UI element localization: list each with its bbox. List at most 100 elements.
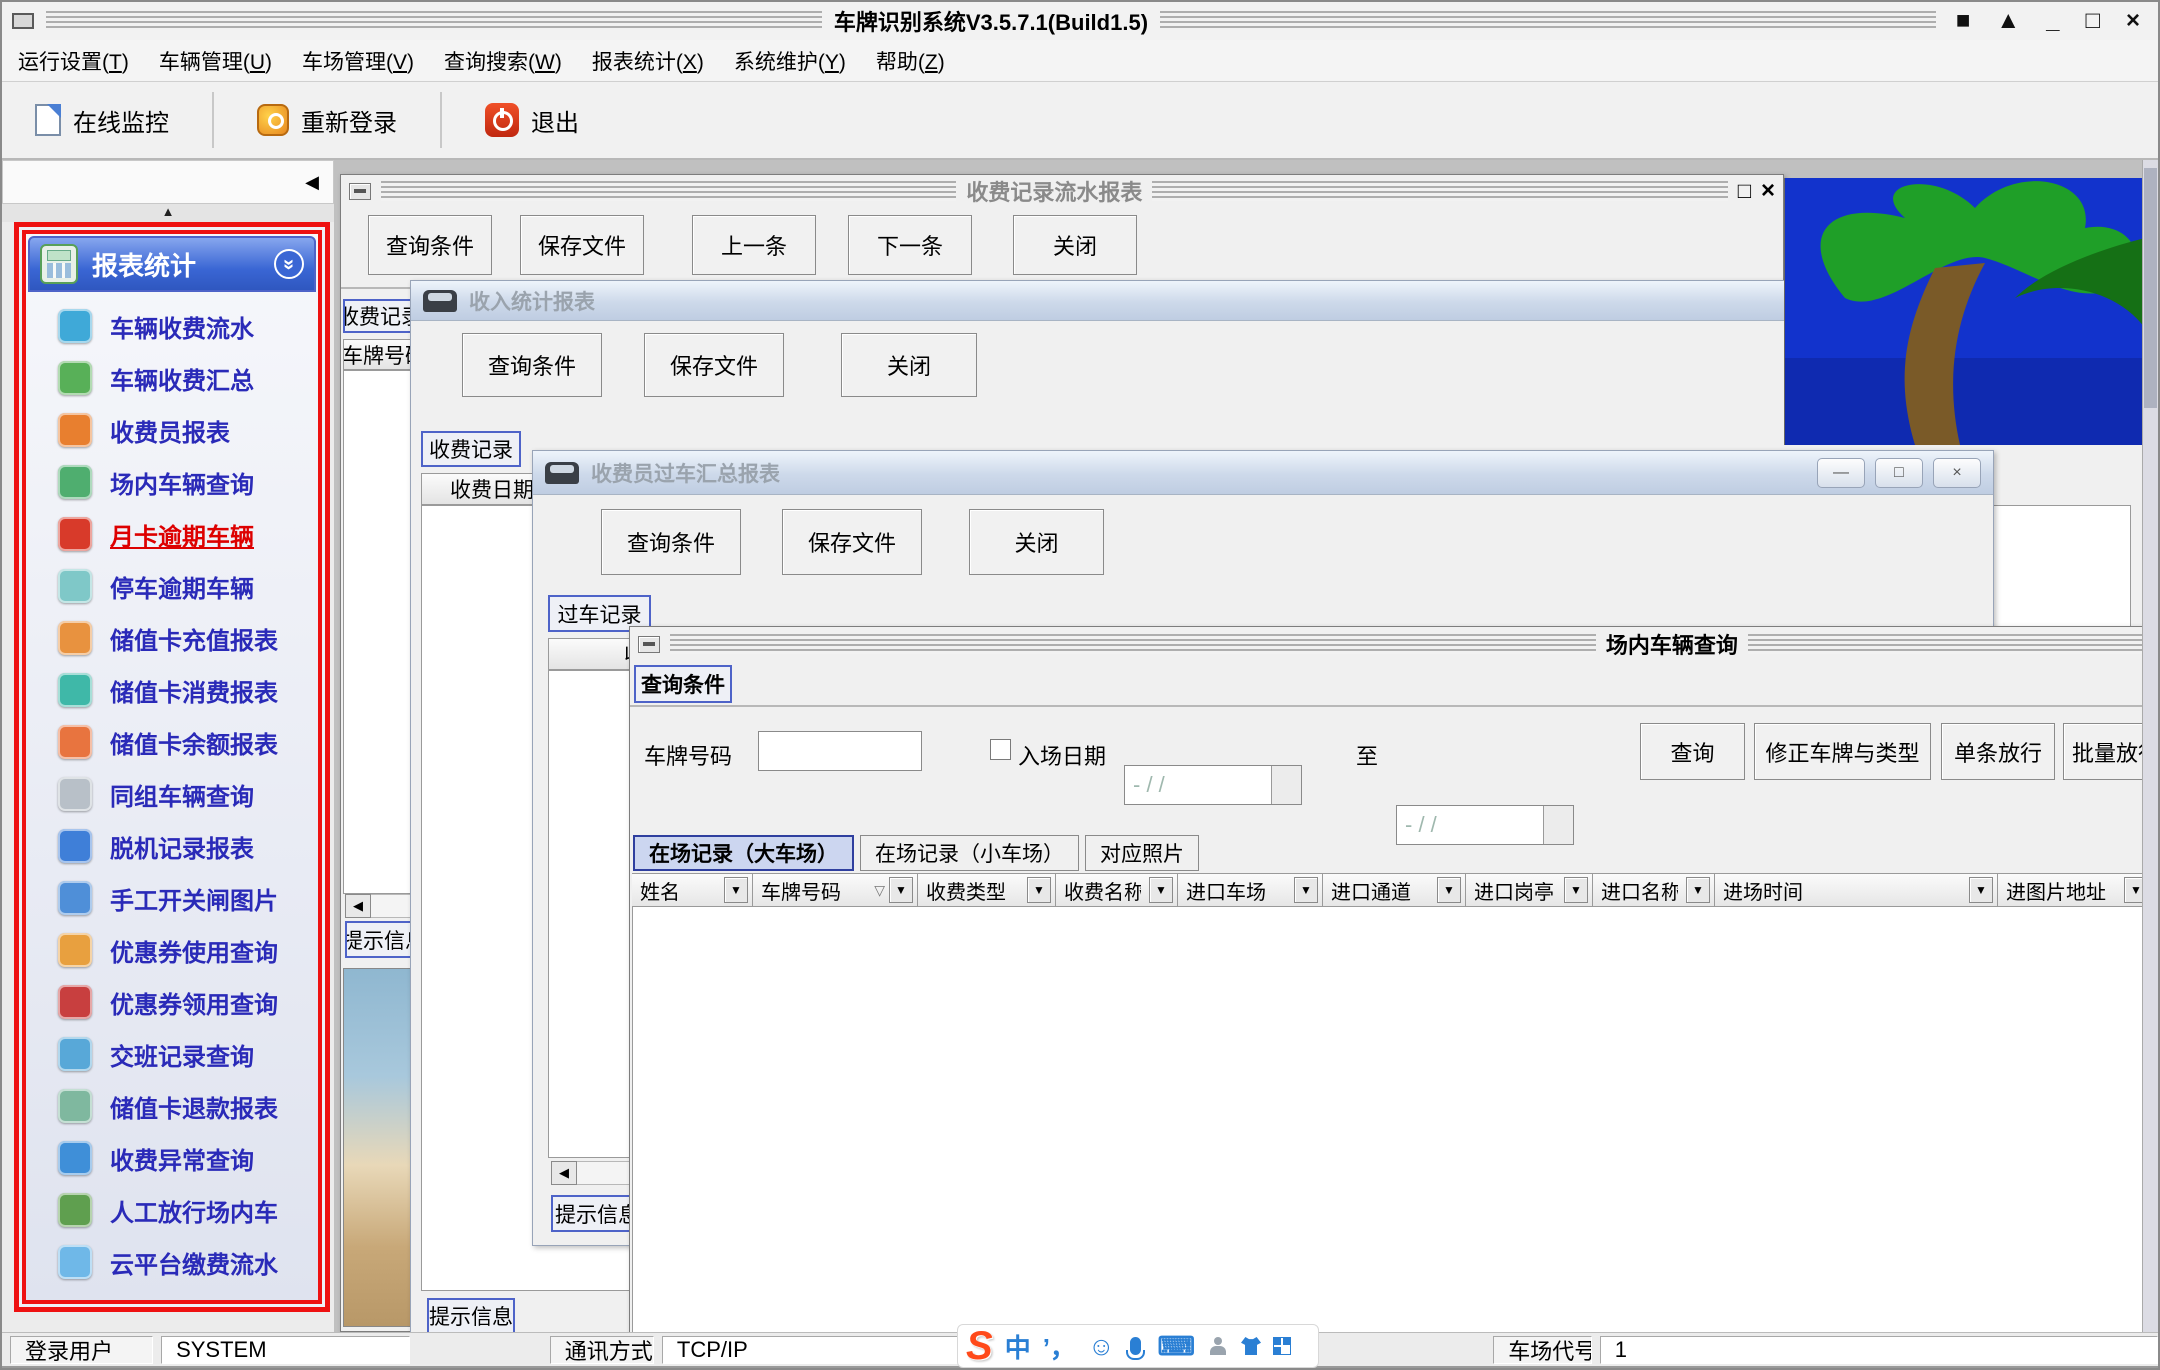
app-up-icon[interactable]: ▲ xyxy=(1996,7,2020,35)
sidebar-item[interactable]: 收费员报表 xyxy=(26,404,318,456)
column-filter-dropdown[interactable]: ▼ xyxy=(1027,877,1051,903)
sidebar-item[interactable]: 停车逾期车辆 xyxy=(26,560,318,612)
sidebar-item[interactable]: 云平台缴费流水 xyxy=(26,1236,318,1288)
w1-minimize-icon[interactable] xyxy=(349,183,371,200)
sidebar-item[interactable]: 储值卡消费报表 xyxy=(26,664,318,716)
w2-tab-fee-records[interactable]: 收费记录 xyxy=(421,431,521,467)
relogin-button[interactable]: 重新登录 xyxy=(238,92,416,149)
ime-punctuation-icon[interactable]: ’， xyxy=(1043,1328,1076,1365)
w1-record-list[interactable] xyxy=(343,370,413,894)
grid-column-header[interactable]: 进场时间 ▼ xyxy=(1715,873,1998,907)
w4-record-tab[interactable]: 在场记录（小车场） xyxy=(860,835,1079,871)
w3-close-button[interactable]: 关闭 xyxy=(969,509,1104,575)
sidebar-item[interactable]: 收费异常查询 xyxy=(26,1132,318,1184)
smiley-icon[interactable]: ☺ xyxy=(1088,1331,1115,1362)
exit-button[interactable]: 退出 xyxy=(466,92,598,149)
column-filter-dropdown[interactable]: ▼ xyxy=(1294,877,1318,903)
sidebar-item[interactable]: 脱机记录报表 xyxy=(26,820,318,872)
w4-search-button[interactable]: 查询 xyxy=(1640,723,1745,780)
keyboard-icon[interactable]: ⌨ xyxy=(1157,1331,1195,1362)
grid-column-header[interactable]: 姓名 ▼ xyxy=(632,873,753,907)
w3-maximize-button[interactable]: □ xyxy=(1875,458,1923,488)
sidebar-splitter-handle[interactable]: ▲ xyxy=(2,204,334,222)
grid-column-header[interactable]: 收费名称 ▼ xyxy=(1056,873,1178,907)
sidebar-item[interactable]: 储值卡退款报表 xyxy=(26,1080,318,1132)
minimize-button[interactable]: _ xyxy=(2046,7,2059,35)
w1-tab-fee-records[interactable]: 收费记录 xyxy=(343,299,417,333)
w1-close-win-button[interactable]: 关闭 xyxy=(1013,215,1137,275)
sidebar-item[interactable]: 优惠券使用查询 xyxy=(26,924,318,976)
menu-item[interactable]: 报表统计X xyxy=(592,46,704,76)
grid-column-header[interactable]: 进口车场 ▼ xyxy=(1178,873,1323,907)
w1-scroll-track[interactable] xyxy=(371,894,411,918)
sidebar-collapse-arrow[interactable]: ◀ xyxy=(305,172,319,193)
close-button[interactable]: × xyxy=(2126,7,2140,35)
microphone-icon[interactable] xyxy=(1130,1337,1141,1355)
grid-column-header[interactable]: 进口岗亭 ▼ xyxy=(1466,873,1593,907)
ime-language-icon[interactable]: 中 xyxy=(1005,1328,1031,1365)
sogou-logo-icon[interactable]: S xyxy=(966,1326,993,1366)
sidebar-item[interactable]: 优惠券领用查询 xyxy=(26,976,318,1028)
w1-scroll-left-arrow[interactable]: ◀ xyxy=(345,894,371,918)
w4-fix-plate-type-button[interactable]: 修正车牌与类型 xyxy=(1754,723,1931,780)
grid-column-header[interactable]: 进口通道 ▼ xyxy=(1323,873,1466,907)
menu-item[interactable]: 帮助Z xyxy=(876,46,945,76)
sidebar-item[interactable]: 储值卡充值报表 xyxy=(26,612,318,664)
sidebar-item[interactable]: 场内车辆查询 xyxy=(26,456,318,508)
grid-column-header[interactable]: 进口名称 ▼ xyxy=(1593,873,1715,907)
sidebar-item[interactable]: 车辆收费流水 xyxy=(26,300,318,352)
column-filter-dropdown[interactable]: ▼ xyxy=(1437,877,1461,903)
sidebar-item[interactable]: 同组车辆查询 xyxy=(26,768,318,820)
w3-close-button[interactable]: × xyxy=(1933,458,1981,488)
w2-query-button[interactable]: 查询条件 xyxy=(462,333,602,397)
grid-column-header[interactable]: 车牌号码 ▽ ▼ xyxy=(753,873,918,907)
collapse-chevron-button[interactable]: « xyxy=(274,249,304,279)
sidebar-item[interactable]: 交班记录查询 xyxy=(26,1028,318,1080)
menu-item[interactable]: 查询搜索W xyxy=(444,46,562,76)
grid-column-header[interactable]: 收费类型 ▼ xyxy=(918,873,1056,907)
w1-close-button[interactable]: × xyxy=(1761,177,1775,205)
menu-item[interactable]: 车辆管理U xyxy=(159,46,272,76)
column-filter-dropdown[interactable]: ▼ xyxy=(1686,877,1710,903)
w4-entry-date-to-input[interactable]: - / / xyxy=(1396,805,1574,845)
ime-toolbox-icon[interactable] xyxy=(1273,1337,1291,1355)
w4-single-release-button[interactable]: 单条放行 xyxy=(1941,723,2055,780)
sidebar-item[interactable]: 人工放行场内车 xyxy=(26,1184,318,1236)
w1-maximize-button[interactable]: □ xyxy=(1738,178,1751,204)
ime-skin-icon[interactable] xyxy=(1241,1337,1261,1355)
sidebar-item[interactable]: 月卡逾期车辆 xyxy=(26,508,318,560)
w4-entry-date-checkbox[interactable] xyxy=(990,739,1011,760)
sidebar-item[interactable]: 手工开关闸图片 xyxy=(26,872,318,924)
w1-query-button[interactable]: 查询条件 xyxy=(368,215,492,275)
system-menu-icon[interactable] xyxy=(12,13,34,29)
w2-save-button[interactable]: 保存文件 xyxy=(644,333,784,397)
w3-scroll-left-arrow[interactable]: ◀ xyxy=(551,1161,577,1185)
grid-column-header[interactable]: 进图片地址 ▼ xyxy=(1998,873,2153,907)
w4-plate-input[interactable] xyxy=(758,731,922,771)
sidebar-header[interactable]: 报表统计 « xyxy=(28,236,316,292)
menu-item[interactable]: 系统维护Y xyxy=(734,46,846,76)
menu-item[interactable]: 车场管理V xyxy=(302,46,414,76)
w3-save-button[interactable]: 保存文件 xyxy=(782,509,922,575)
w4-date-to-spin-button[interactable] xyxy=(1543,806,1573,844)
w4-entry-date-from-input[interactable]: - / / xyxy=(1124,765,1302,805)
w1-next-button[interactable]: 下一条 xyxy=(848,215,972,275)
w4-record-tab[interactable]: 对应照片 xyxy=(1085,835,1199,871)
column-filter-dropdown[interactable]: ▼ xyxy=(724,877,748,903)
w4-date-from-spin-button[interactable] xyxy=(1271,766,1301,804)
w3-minimize-button[interactable]: — xyxy=(1817,458,1865,488)
ime-profile-icon[interactable] xyxy=(1209,1337,1227,1355)
w4-record-tab[interactable]: 在场记录（大车场） xyxy=(633,835,854,871)
column-filter-dropdown[interactable]: ▼ xyxy=(1969,877,1993,903)
sidebar-item[interactable]: 车辆收费汇总 xyxy=(26,352,318,404)
scrollbar-thumb[interactable] xyxy=(2144,168,2157,408)
online-monitor-button[interactable]: 在线监控 xyxy=(16,92,188,149)
menu-item[interactable]: 运行设置T xyxy=(18,46,129,76)
w3-query-button[interactable]: 查询条件 xyxy=(601,509,741,575)
w4-grid-body[interactable] xyxy=(632,907,2160,1335)
column-filter-dropdown[interactable]: ▼ xyxy=(1564,877,1588,903)
w1-previous-button[interactable]: 上一条 xyxy=(692,215,816,275)
sidebar-item[interactable]: 储值卡余额报表 xyxy=(26,716,318,768)
mdi-vertical-scrollbar[interactable] xyxy=(2142,160,2158,1334)
column-filter-dropdown[interactable]: ▼ xyxy=(889,877,913,903)
